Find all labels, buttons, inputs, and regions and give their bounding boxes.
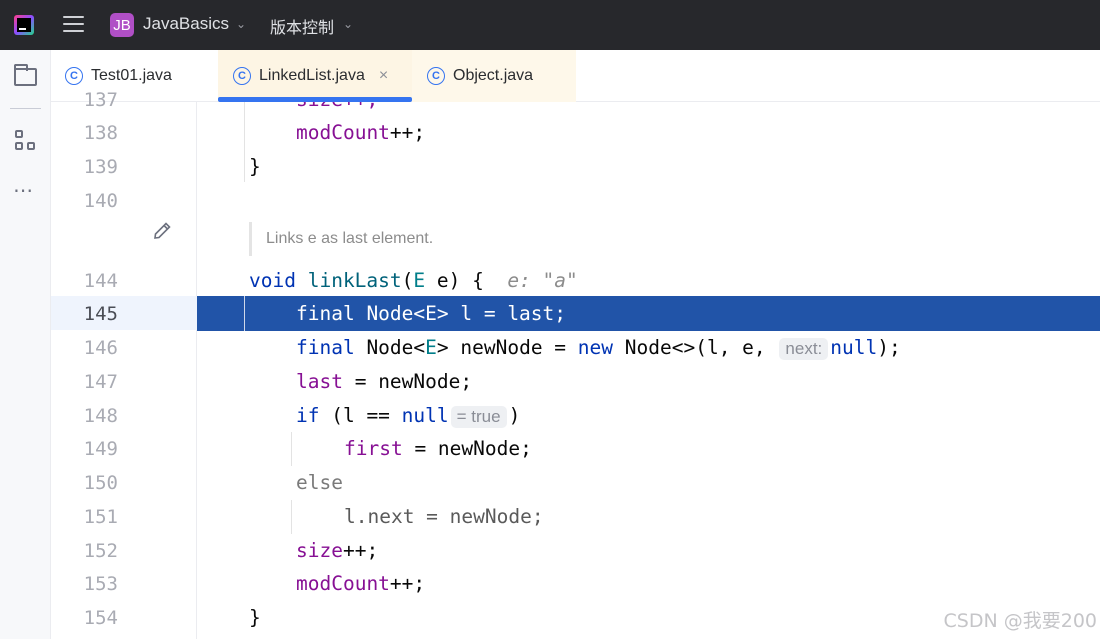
- watermark: CSDN @我要200: [943, 610, 1097, 632]
- code-line: if (l == null = true): [296, 404, 521, 428]
- execution-line-highlight: final Node<E> l = last;: [197, 296, 1100, 331]
- indent-guide: [244, 102, 245, 182]
- tab-object[interactable]: C Object.java: [412, 50, 576, 102]
- line-number: 144: [83, 270, 118, 292]
- line-number: 140: [83, 190, 118, 212]
- class-icon: C: [427, 67, 445, 85]
- code-line: modCount++;: [296, 121, 426, 144]
- line-number: 139: [83, 156, 118, 178]
- tab-label: Object.java: [453, 67, 534, 84]
- editor-tabs: C Test01.java C LinkedList.java × C Obje…: [51, 50, 1100, 102]
- line-number: 152: [83, 540, 118, 562]
- vcs-menu[interactable]: 版本控制: [270, 14, 334, 38]
- caret-guide: [244, 296, 245, 331]
- code-line: }: [249, 155, 261, 178]
- chevron-down-icon[interactable]: ⌄: [236, 17, 246, 31]
- code-line-current: final Node<E> l = last;: [296, 302, 567, 325]
- chevron-down-icon[interactable]: ⌄: [343, 17, 353, 31]
- line-number: 150: [83, 472, 118, 494]
- debug-value-hint: e: "a": [507, 269, 578, 292]
- line-number: 148: [83, 405, 118, 427]
- code-line: size++;: [296, 539, 379, 562]
- indent-guide: [291, 500, 292, 534]
- code-line: l.next = newNode;: [344, 505, 544, 528]
- class-icon: C: [233, 67, 251, 85]
- doc-comment: Links e as last element.: [249, 222, 433, 256]
- tab-linkedlist[interactable]: C LinkedList.java ×: [218, 50, 412, 102]
- line-gutter[interactable]: 137 138 139 140 144 145 146 147 148 149 …: [51, 89, 197, 639]
- project-badge[interactable]: JB: [110, 13, 134, 37]
- app-logo-icon[interactable]: [14, 15, 34, 35]
- indent-guide: [291, 432, 292, 466]
- hamburger-menu-icon[interactable]: [63, 16, 84, 34]
- class-icon: C: [65, 67, 83, 85]
- code-line: size++;: [296, 102, 378, 112]
- code-editor[interactable]: size++; modCount++; } Links e as last el…: [197, 102, 1100, 639]
- evaluated-value-hint: = true: [450, 406, 507, 428]
- line-number: 147: [83, 371, 118, 393]
- tab-label: Test01.java: [91, 67, 172, 84]
- tab-label: LinkedList.java: [259, 67, 365, 84]
- code-line: else: [296, 471, 343, 494]
- param-name-hint: next:: [779, 338, 829, 360]
- close-icon[interactable]: ×: [379, 67, 388, 85]
- code-line: void linkLast(E e) { e: "a": [249, 269, 578, 292]
- more-icon[interactable]: ⋯: [13, 178, 34, 202]
- current-line-gutter: [51, 296, 197, 330]
- line-number: 154: [83, 607, 118, 629]
- line-number: 149: [83, 438, 118, 460]
- project-name[interactable]: JavaBasics: [143, 14, 229, 34]
- line-number: 146: [83, 337, 118, 359]
- title-bar: JB JavaBasics ⌄ 版本控制 ⌄: [0, 0, 1100, 50]
- line-number: 138: [83, 122, 118, 144]
- code-line: last = newNode;: [296, 370, 473, 393]
- line-number: 153: [83, 573, 118, 595]
- line-number-current: 145: [83, 303, 118, 325]
- code-line: }: [249, 606, 261, 629]
- tool-window-strip: ⋯: [0, 50, 51, 639]
- edit-pencil-icon[interactable]: [151, 220, 173, 242]
- project-folder-icon[interactable]: [14, 64, 37, 86]
- line-number: 137: [83, 89, 118, 111]
- divider: [10, 108, 41, 109]
- code-line: modCount++;: [296, 572, 426, 595]
- code-line: first = newNode;: [344, 437, 532, 460]
- line-number: 151: [83, 506, 118, 528]
- code-line: final Node<E> newNode = new Node<>(l, e,…: [296, 336, 901, 360]
- structure-icon[interactable]: [15, 130, 37, 152]
